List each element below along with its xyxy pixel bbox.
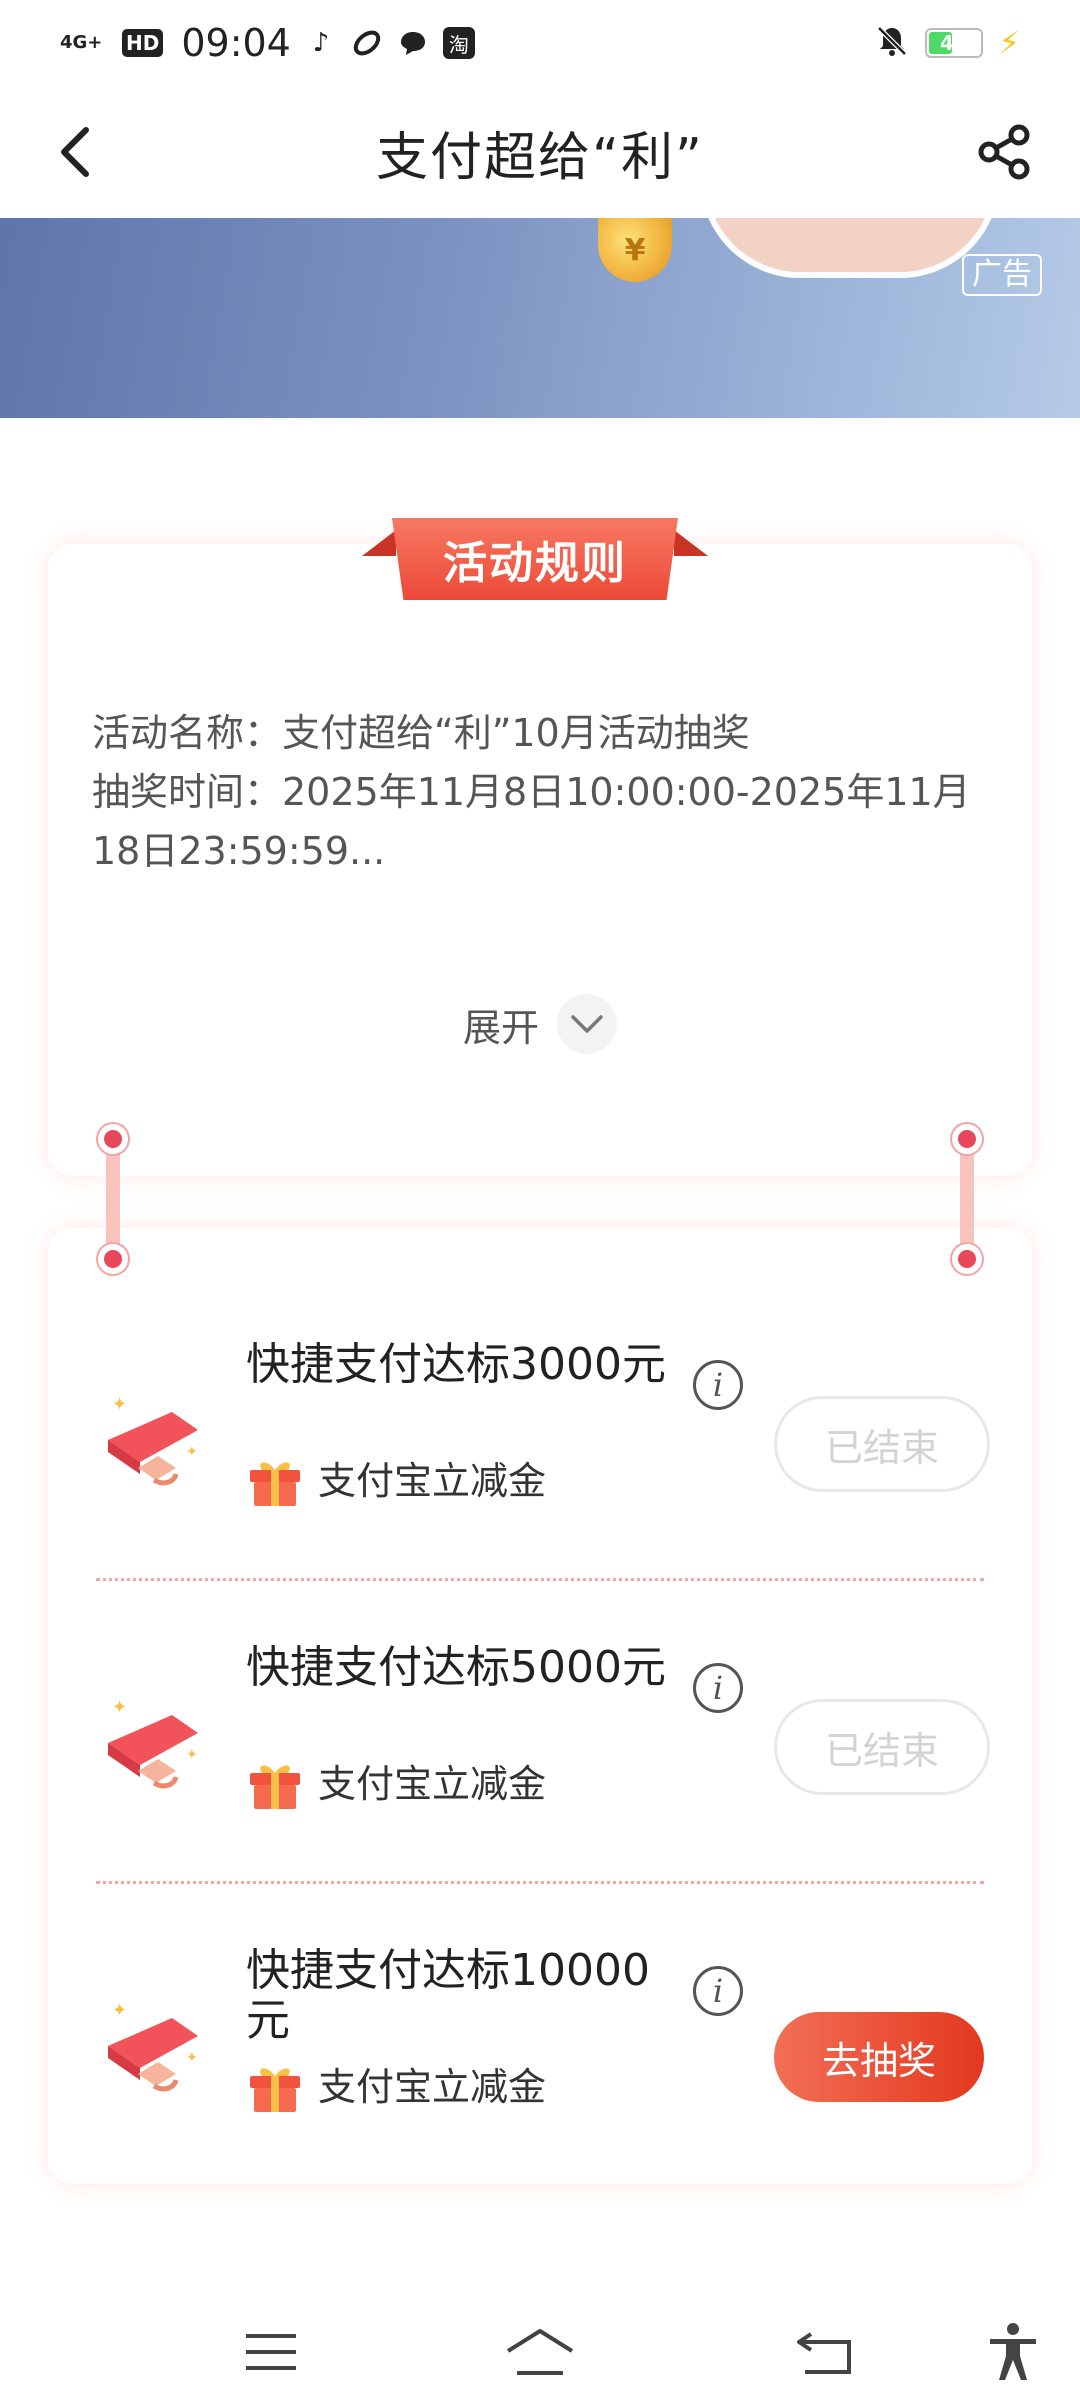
card-connector-left: [96, 1124, 130, 1274]
rules-draw-time: 抽奖时间：2025年11月8日10:00:00-2025年11月18日23:59…: [92, 770, 971, 873]
task-ended-button[interactable]: 已结束: [774, 1699, 990, 1795]
back-icon[interactable]: [790, 2320, 860, 2384]
clock: 09:04: [181, 21, 291, 65]
hd-badge: HD: [122, 29, 164, 57]
battery-indicator: 45: [924, 28, 983, 58]
share-button[interactable]: [968, 116, 1040, 188]
charging-bolt-icon: ⚡: [998, 25, 1020, 61]
task-title: 快捷支付达标10000元: [246, 1945, 650, 2046]
task-row: ✦ ✦ 快捷支付达标3000元 i 支付宝立减金 已结束: [48, 1282, 1032, 1582]
tiktok-icon: ♪: [312, 28, 330, 58]
chevron-down-icon: [557, 994, 617, 1054]
task-divider: [96, 1881, 984, 1884]
task-ended-button[interactable]: 已结束: [774, 1396, 990, 1492]
draw-lottery-button[interactable]: 去抽奖: [774, 2012, 984, 2102]
connector-dot-bottom: [952, 1244, 982, 1274]
network-indicator: 4G+: [60, 32, 103, 53]
status-bar: 4G+ HD 09:04 ♪ 淘 45 ⚡: [0, 0, 1080, 86]
rules-activity-name: 活动名称：支付超给“利”10月活动抽奖: [92, 711, 750, 755]
status-left: 4G+ HD 09:04 ♪ 淘: [60, 21, 475, 65]
svg-text:✦: ✦: [112, 2000, 127, 2021]
gift-icon: [250, 2068, 300, 2112]
bell-muted-icon: [875, 24, 909, 62]
accessibility-icon[interactable]: [978, 2320, 1048, 2384]
back-button[interactable]: [40, 116, 112, 188]
page-title: 支付超给“利”: [376, 127, 704, 188]
message-icon: [397, 27, 429, 59]
rules-text: 活动名称：支付超给“利”10月活动抽奖 抽奖时间：2025年11月8日10:00…: [92, 704, 972, 881]
connector-dot-top: [952, 1124, 982, 1154]
reward-icon: ✦ ✦: [108, 1697, 198, 1789]
card-connector-right: [950, 1124, 984, 1274]
share-icon: [978, 124, 1030, 180]
menu-icon[interactable]: [236, 2320, 306, 2384]
system-nav-bar: [0, 2300, 1080, 2400]
svg-text:✦: ✦: [186, 2050, 198, 2066]
rules-tab-label: 活动规则: [392, 518, 678, 600]
task-row: ✦ ✦ 快捷支付达标5000元 i 支付宝立减金 已结束: [48, 1585, 1032, 1885]
reward-icon: ✦ ✦: [108, 1394, 198, 1486]
connector-dot-bottom: [98, 1244, 128, 1274]
task-subtitle: 支付宝立减金: [318, 1459, 547, 1503]
svg-text:✦: ✦: [186, 1747, 198, 1763]
connector-dot-top: [98, 1124, 128, 1154]
info-icon[interactable]: i: [693, 1966, 743, 2016]
app-leaf-icon: [351, 27, 383, 59]
nav-header: 支付超给“利”: [0, 86, 1080, 218]
home-icon[interactable]: [505, 2320, 575, 2384]
svg-text:✦: ✦: [112, 1394, 127, 1415]
task-title: 快捷支付达标5000元: [246, 1642, 666, 1693]
info-icon[interactable]: i: [693, 1360, 743, 1410]
rules-tab: 活动规则: [362, 518, 708, 600]
taobao-icon: 淘: [442, 27, 475, 59]
info-icon[interactable]: i: [693, 1663, 743, 1713]
task-divider: [96, 1578, 984, 1581]
task-title: 快捷支付达标3000元: [246, 1339, 666, 1390]
rules-tab-ear-left: [362, 530, 396, 556]
status-right: 45 ⚡: [875, 24, 1020, 62]
promo-banner[interactable]: ¥ 广告: [0, 218, 1080, 418]
battery-level: 45: [940, 31, 968, 55]
ad-badge: 广告: [962, 254, 1042, 296]
expand-label: 展开: [462, 1005, 539, 1050]
reward-icon: ✦ ✦: [108, 2000, 198, 2092]
svg-text:✦: ✦: [112, 1697, 127, 1718]
svg-text:✦: ✦: [186, 1444, 198, 1460]
rules-tab-ear-right: [674, 530, 708, 556]
back-chevron-icon: [61, 127, 89, 177]
connector-bar: [106, 1138, 120, 1260]
task-subtitle: 支付宝立减金: [318, 2065, 547, 2109]
gift-icon: [250, 1765, 300, 1809]
expand-toggle[interactable]: 展开: [0, 994, 1080, 1054]
connector-bar: [960, 1138, 974, 1260]
task-row: ✦ ✦ 快捷支付达标10000元 i 支付宝立减金 去抽奖: [48, 1888, 1032, 2188]
task-subtitle: 支付宝立减金: [318, 1762, 547, 1806]
gift-icon: [250, 1462, 300, 1506]
